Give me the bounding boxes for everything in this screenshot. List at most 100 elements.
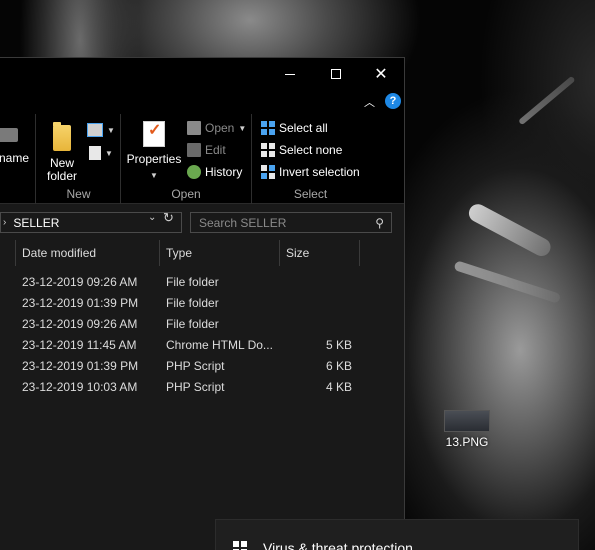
file-type: File folder — [166, 296, 219, 310]
search-input[interactable] — [199, 215, 359, 230]
new-item-icon — [89, 146, 101, 160]
column-header-label: Date modified — [22, 246, 97, 260]
desktop-file-label: 13.PNG — [445, 435, 489, 449]
wallpaper-streak — [465, 201, 554, 260]
breadcrumb-current-folder[interactable]: SELLER — [13, 216, 59, 230]
file-date-modified: 23-12-2019 09:26 AM — [22, 275, 138, 289]
new-folder-button[interactable]: New folder — [42, 120, 82, 183]
minimize-icon — [285, 73, 295, 75]
edit-button[interactable]: Edit — [187, 140, 226, 160]
column-header-name-partial[interactable] — [0, 240, 16, 266]
select-none-button[interactable]: Select none — [261, 140, 342, 160]
wallpaper-streak — [453, 260, 562, 304]
file-row[interactable]: 23-12-2019 09:26 AM File folder — [0, 314, 404, 335]
select-none-icon — [261, 143, 275, 157]
ribbon-group-select: Select all Select none Invert selection … — [253, 114, 368, 204]
invert-selection-label: Invert selection — [279, 165, 360, 179]
column-header-label: Size — [286, 246, 310, 260]
group-label-select: Select — [293, 187, 328, 201]
file-row[interactable]: 23-12-2019 09:26 AM File folder — [0, 272, 404, 293]
close-icon: ✕ — [374, 66, 388, 83]
dropdown-arrow-icon: ▼ — [238, 123, 247, 133]
ribbon-group-organize: name — [0, 114, 36, 204]
group-label-open: Open — [171, 187, 201, 201]
ribbon-group-new: New folder ▼ ▼ New — [37, 114, 121, 204]
windows-logo-icon — [233, 541, 247, 550]
edit-label: Edit — [205, 143, 226, 157]
file-size: 5 KB — [325, 338, 352, 352]
column-header-type[interactable]: Type — [160, 240, 280, 266]
new-item-button[interactable]: ▼ — [89, 143, 113, 163]
select-all-button[interactable]: Select all — [261, 118, 328, 138]
file-type: PHP Script — [166, 359, 225, 373]
group-label-new: New — [66, 187, 91, 201]
file-row[interactable]: 23-12-2019 01:39 PM PHP Script 6 KB — [0, 356, 404, 377]
minimize-button[interactable] — [267, 58, 313, 90]
invert-selection-icon — [261, 165, 275, 179]
rename-button[interactable]: name — [0, 120, 34, 165]
file-type: File folder — [166, 275, 219, 289]
select-all-label: Select all — [279, 121, 328, 135]
file-date-modified: 23-12-2019 01:39 PM — [22, 296, 139, 310]
select-none-label: Select none — [279, 143, 343, 157]
file-row[interactable]: 23-12-2019 01:39 PM File folder — [0, 293, 404, 314]
file-date-modified: 23-12-2019 11:45 AM — [22, 338, 137, 352]
column-header-label: Type — [166, 246, 193, 260]
ribbon: name New folder ▼ ▼ New Properties ▼ — [0, 114, 404, 204]
breadcrumb-chevron-icon[interactable]: › — [3, 217, 6, 228]
rename-label: name — [0, 151, 30, 165]
column-header-size[interactable]: Size — [280, 240, 360, 266]
dropdown-arrow-icon: ▼ — [150, 171, 158, 180]
desktop-file-icon[interactable]: 13.PNG — [437, 410, 497, 449]
file-type: PHP Script — [166, 380, 225, 394]
close-button[interactable]: ✕ — [358, 58, 404, 90]
edit-icon — [187, 143, 201, 157]
history-label: History — [205, 165, 243, 179]
open-label: Open — [205, 121, 235, 135]
properties-label: Properties — [126, 152, 182, 166]
help-icon[interactable]: ? — [385, 93, 401, 109]
ribbon-group-open: Properties ▼ Open ▼ Edit History Open — [121, 114, 252, 204]
column-header-date-modified[interactable]: Date modified — [16, 240, 160, 266]
maximize-button[interactable] — [313, 58, 359, 90]
file-type: File folder — [166, 317, 219, 331]
notification-toast[interactable]: Virus & threat protection — [215, 519, 579, 550]
wallpaper-streak — [518, 75, 576, 126]
file-date-modified: 23-12-2019 09:26 AM — [22, 317, 138, 331]
history-icon — [187, 165, 201, 179]
open-button[interactable]: Open ▼ — [187, 118, 246, 138]
address-row: › SELLER ⌄ ↻ ⚲ — [0, 209, 404, 235]
copy-to-button[interactable]: ▼ — [87, 120, 115, 140]
collapse-ribbon-icon[interactable]: ︿ — [364, 94, 375, 110]
invert-selection-button[interactable]: Invert selection — [261, 162, 360, 182]
copy-icon — [87, 123, 103, 137]
open-icon — [187, 121, 201, 135]
notification-title: Virus & threat protection — [263, 540, 413, 550]
file-size: 6 KB — [325, 359, 352, 373]
properties-button[interactable]: Properties ▼ — [126, 120, 182, 182]
folder-icon — [53, 122, 71, 151]
maximize-icon — [331, 69, 341, 79]
file-explorer-window: ✕ ︿ ? name New folder ▼ ▼ New ✓ Properti… — [0, 57, 405, 550]
file-size: 4 KB — [325, 380, 352, 394]
title-bar: ✕ — [0, 58, 404, 90]
file-date-modified: 23-12-2019 01:39 PM — [22, 359, 139, 373]
dropdown-arrow-icon: ▼ — [107, 125, 115, 135]
properties-icon — [143, 121, 165, 147]
file-list: 23-12-2019 09:26 AM File folder 23-12-20… — [0, 272, 404, 398]
refresh-icon[interactable]: ↻ — [163, 210, 174, 226]
file-row[interactable]: 23-12-2019 10:03 AM PHP Script 4 KB — [0, 377, 404, 398]
search-icon[interactable]: ⚲ — [375, 216, 384, 230]
address-history-chevron-icon[interactable]: ⌄ — [148, 212, 156, 223]
rename-icon — [0, 128, 18, 142]
file-date-modified: 23-12-2019 10:03 AM — [22, 380, 138, 394]
select-all-icon — [261, 121, 275, 135]
file-type: Chrome HTML Do... — [166, 338, 273, 352]
file-row[interactable]: 23-12-2019 11:45 AM Chrome HTML Do... 5 … — [0, 335, 404, 356]
new-folder-label: folder — [46, 169, 78, 183]
image-thumbnail-icon — [444, 410, 490, 432]
history-button[interactable]: History — [187, 162, 242, 182]
search-box: ⚲ — [190, 212, 392, 233]
dropdown-arrow-icon: ▼ — [105, 148, 113, 158]
ribbon-tab-row: ︿ ? — [0, 90, 404, 114]
